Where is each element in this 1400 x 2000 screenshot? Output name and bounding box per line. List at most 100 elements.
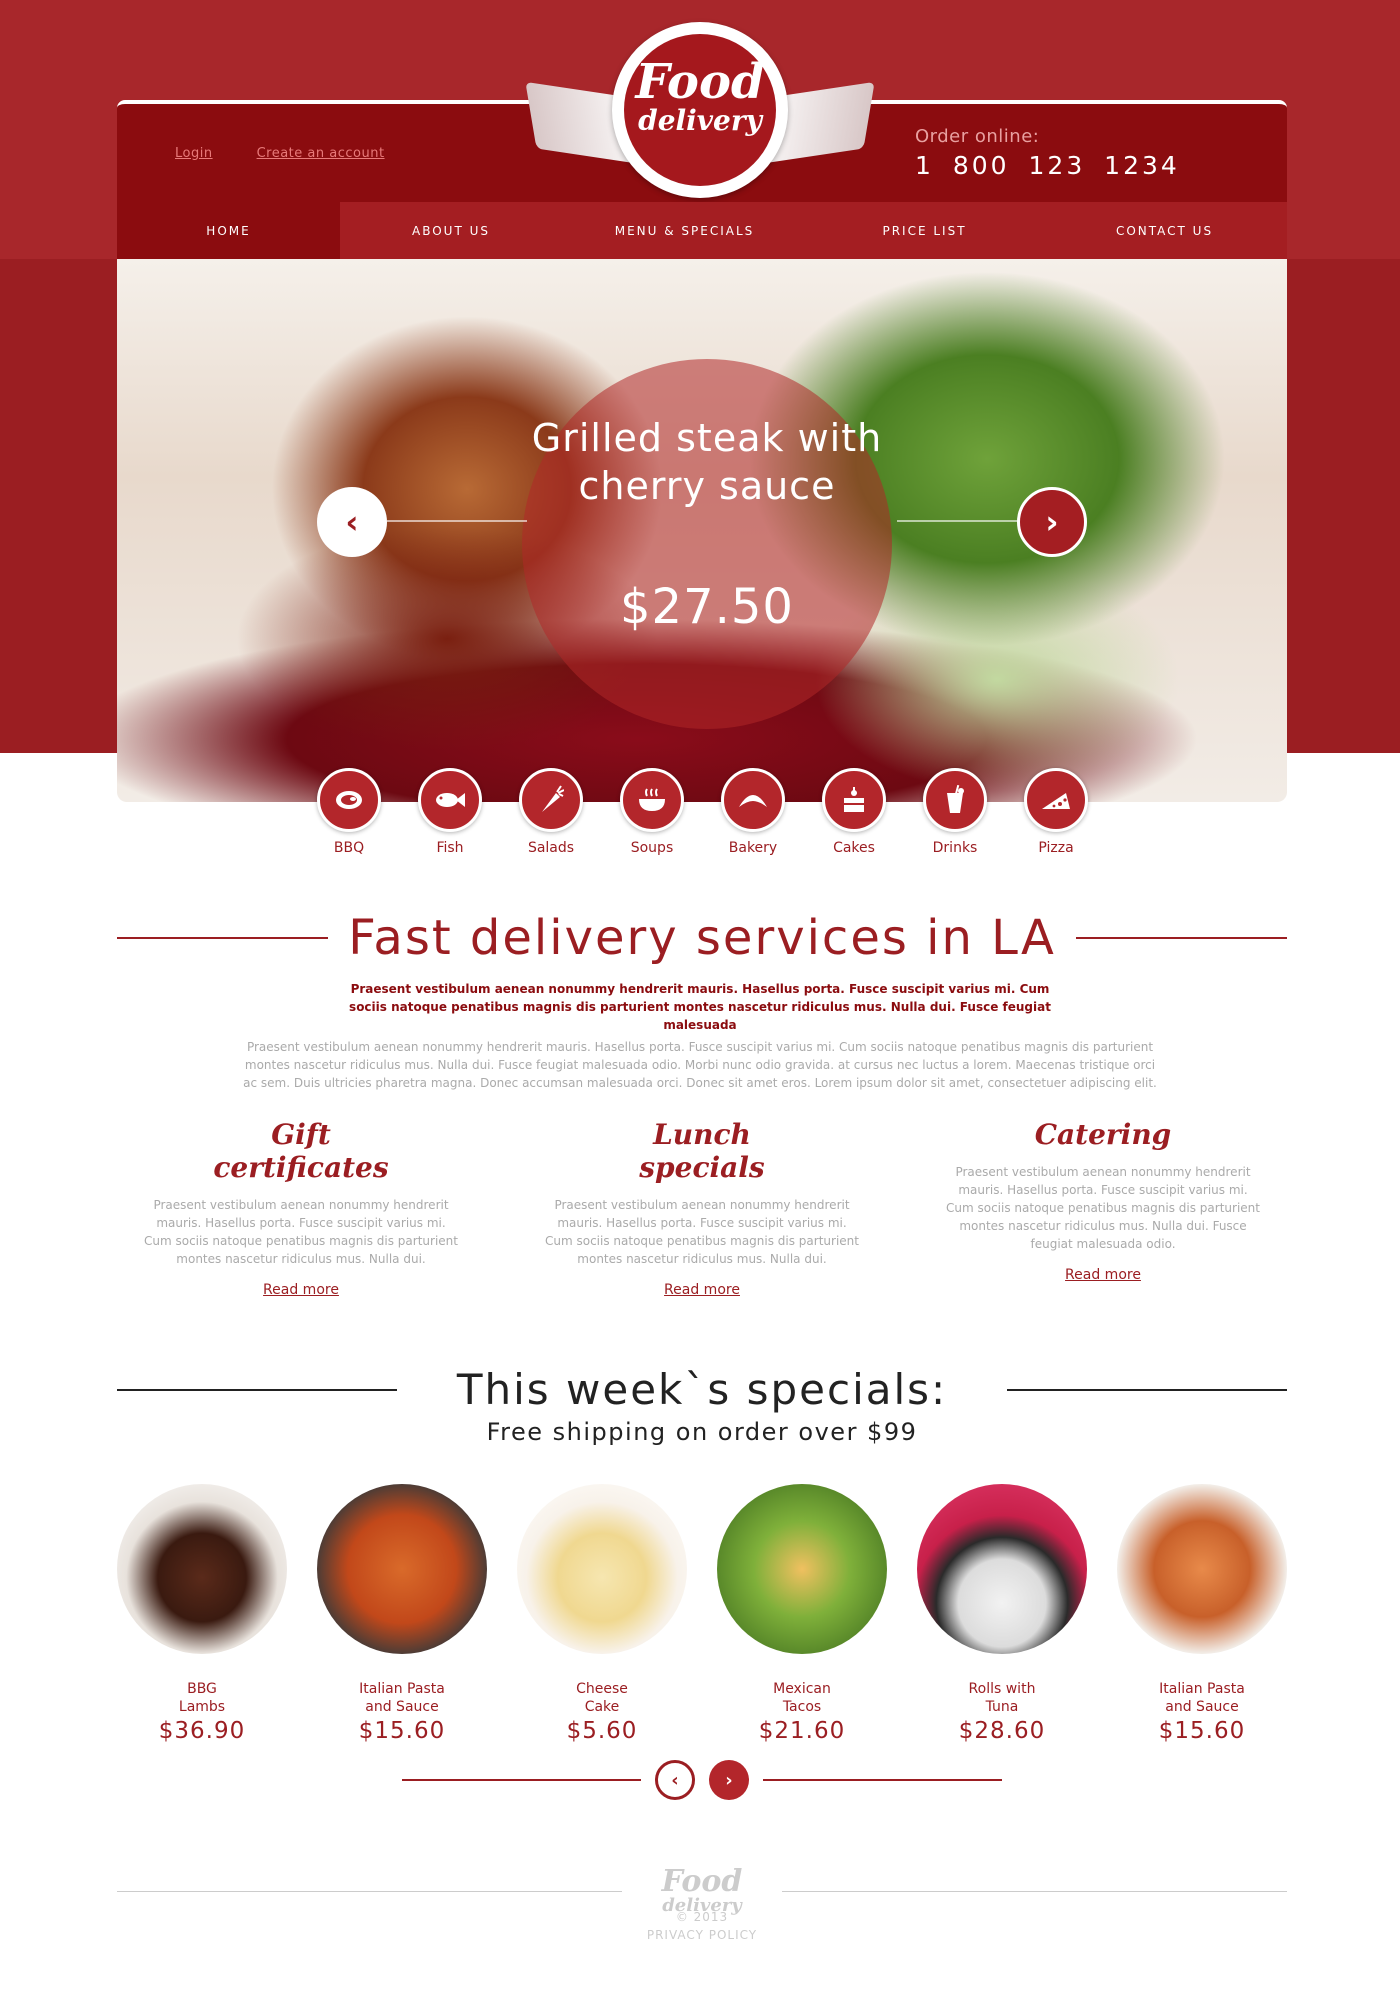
specials-next-button[interactable]: ›: [709, 1760, 749, 1800]
intro-title: Fast delivery services in LA: [348, 910, 1056, 966]
nav-menu-specials[interactable]: MENU & SPECIALS: [562, 202, 807, 259]
category-label: Soups: [630, 840, 674, 856]
feature-catering: Catering Praesent vestibulum aenean nonu…: [943, 1118, 1263, 1283]
specials-title: This week`s specials:: [456, 1365, 948, 1414]
special-item-name: Italian Pasta and Sauce: [1159, 1681, 1245, 1715]
login-link[interactable]: Login: [175, 146, 213, 161]
pizza-slice-icon: [1024, 768, 1088, 832]
chevron-left-icon: ‹: [345, 503, 359, 541]
special-item-price: $15.60: [1158, 1718, 1246, 1744]
special-item-name: Italian Pasta and Sauce: [359, 1681, 445, 1715]
category-soups[interactable]: Soups: [620, 768, 684, 856]
nav-home[interactable]: HOME: [117, 202, 340, 259]
read-more-link[interactable]: Read more: [263, 1282, 339, 1298]
category-label: BBQ: [333, 840, 365, 856]
category-label: Fish: [436, 840, 464, 856]
site-logo[interactable]: Food delivery: [525, 22, 875, 202]
divider-line: [117, 1388, 397, 1391]
category-bar: BBQ Fish Salads Soups Bakery Cakes Drink…: [317, 768, 1088, 856]
logo-delivery-text: delivery: [638, 104, 762, 137]
special-item-price: $21.60: [758, 1718, 846, 1744]
category-drinks[interactable]: Drinks: [923, 768, 987, 856]
dish-photo: [717, 1484, 887, 1654]
logo-food-text: Food: [635, 54, 765, 110]
specials-prev-button[interactable]: ‹: [655, 1760, 695, 1800]
special-item-name: Cheese Cake: [576, 1681, 628, 1715]
chevron-left-icon: ‹: [671, 1769, 679, 1791]
special-item[interactable]: Rolls with Tuna $28.60: [917, 1484, 1087, 1744]
read-more-link[interactable]: Read more: [664, 1282, 740, 1298]
special-item[interactable]: Cheese Cake $5.60: [517, 1484, 687, 1744]
category-label: Salads: [527, 840, 575, 856]
feature-text: Praesent vestibulum aenean nonummy hendr…: [946, 1165, 1260, 1251]
special-item[interactable]: Italian Pasta and Sauce $15.60: [317, 1484, 487, 1744]
divider-line: [1075, 937, 1288, 939]
dish-photo: [517, 1484, 687, 1654]
divider-line: [1007, 1388, 1287, 1391]
feature-title: Gift certificates: [213, 1118, 389, 1184]
special-item[interactable]: Italian Pasta and Sauce $15.60: [1117, 1484, 1287, 1744]
special-item-name: BBG Lambs: [178, 1681, 226, 1715]
category-salads[interactable]: Salads: [519, 768, 583, 856]
feature-text: Praesent vestibulum aenean nonummy hendr…: [545, 1198, 859, 1266]
privacy-policy-link[interactable]: PRIVACY POLICY: [647, 1928, 757, 1942]
feature-gift-certificates: Gift certificates Praesent vestibulum ae…: [141, 1118, 461, 1298]
hero-dish-price: $27.50: [620, 579, 794, 635]
footer-logo-food: Food: [661, 1864, 743, 1899]
main-nav: HOME ABOUT US MENU & SPECIALS PRICE LIST…: [117, 202, 1287, 259]
category-pizza[interactable]: Pizza: [1024, 768, 1088, 856]
specials-heading-row: This week`s specials:: [117, 1365, 1287, 1414]
feature-title: Catering: [1034, 1118, 1172, 1151]
specials-pager: ‹ ›: [402, 1760, 1002, 1800]
special-item[interactable]: Mexican Tacos $21.60: [717, 1484, 887, 1744]
special-item-name: Mexican Tacos: [773, 1681, 831, 1715]
soup-bowl-icon: [620, 768, 684, 832]
special-item-price: $15.60: [358, 1718, 446, 1744]
cake-icon: [822, 768, 886, 832]
divider-line: [117, 1890, 622, 1892]
category-bbq[interactable]: BBQ: [317, 768, 381, 856]
category-fish[interactable]: Fish: [418, 768, 482, 856]
chevron-right-icon: ›: [1045, 503, 1059, 541]
category-label: Pizza: [1038, 840, 1074, 856]
category-label: Cakes: [833, 840, 875, 856]
create-account-link[interactable]: Create an account: [257, 146, 385, 161]
hero-line-right: [897, 520, 1037, 522]
carrot-icon: [519, 768, 583, 832]
specials-subtitle: Free shipping on order over $99: [486, 1418, 918, 1446]
hero-slider: Grilled steak with cherry sauce $27.50 ‹…: [117, 259, 1287, 802]
fish-icon: [418, 768, 482, 832]
special-item-name: Rolls with Tuna: [968, 1681, 1036, 1715]
dish-photo: [1117, 1484, 1287, 1654]
order-phone-number[interactable]: 1 800 123 1234: [915, 151, 1180, 180]
nav-price-list[interactable]: PRICE LIST: [807, 202, 1042, 259]
hero-next-button[interactable]: ›: [1017, 487, 1087, 557]
divider-line: [402, 1779, 641, 1781]
logo-badge: Food delivery: [612, 22, 788, 198]
divider-line: [782, 1890, 1287, 1892]
feature-lunch-specials: Lunch specials Praesent vestibulum aenea…: [542, 1118, 862, 1298]
read-more-link[interactable]: Read more: [1065, 1267, 1141, 1283]
special-item-price: $36.90: [158, 1718, 246, 1744]
auth-links: Login Create an account: [175, 146, 385, 161]
nav-contact-us[interactable]: CONTACT US: [1042, 202, 1287, 259]
intro-lead-text: Praesent vestibulum aenean nonummy hendr…: [349, 982, 1051, 1032]
steak-icon: [317, 768, 381, 832]
special-item[interactable]: BBG Lambs $36.90: [117, 1484, 287, 1744]
hero-prev-button[interactable]: ‹: [317, 487, 387, 557]
special-item-price: $28.60: [958, 1718, 1046, 1744]
nav-about-us[interactable]: ABOUT US: [340, 202, 562, 259]
specials-carousel: BBG Lambs $36.90 Italian Pasta and Sauce…: [117, 1484, 1287, 1744]
divider-line: [763, 1779, 1002, 1781]
category-bakery[interactable]: Bakery: [721, 768, 785, 856]
feature-title: Lunch specials: [639, 1118, 765, 1184]
feature-text: Praesent vestibulum aenean nonummy hendr…: [144, 1198, 458, 1266]
order-online-label: Order online:: [915, 126, 1040, 147]
category-label: Drinks: [932, 840, 978, 856]
footer-copyright: © 2013 PRIVACY POLICY: [117, 1908, 1287, 1944]
category-cakes[interactable]: Cakes: [822, 768, 886, 856]
copyright-text: © 2013: [675, 1910, 729, 1924]
dish-photo: [117, 1484, 287, 1654]
chevron-right-icon: ›: [725, 1769, 733, 1791]
order-online: Order online: 1 800 123 1234: [915, 126, 1180, 180]
